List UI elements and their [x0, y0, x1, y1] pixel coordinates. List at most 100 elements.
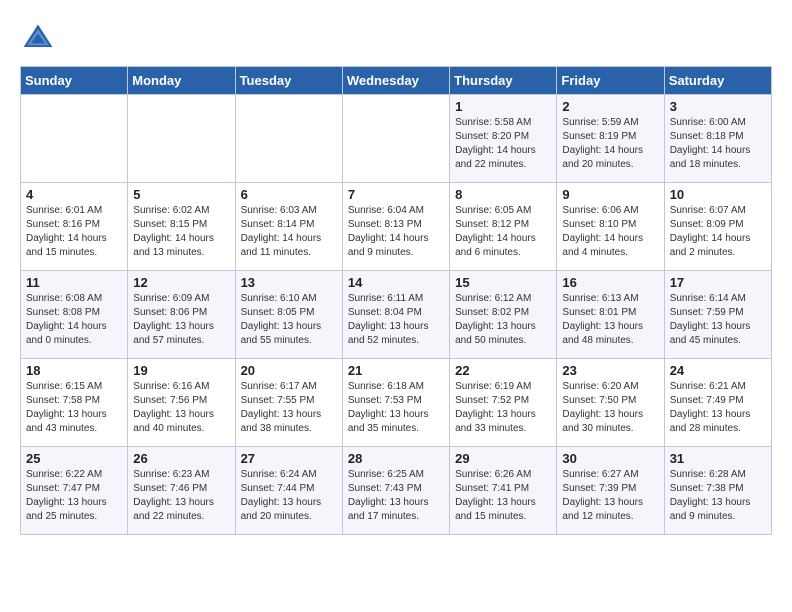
- day-number: 13: [241, 275, 337, 290]
- weekday-header-row: SundayMondayTuesdayWednesdayThursdayFrid…: [21, 67, 772, 95]
- calendar-week-3: 11Sunrise: 6:08 AMSunset: 8:08 PMDayligh…: [21, 271, 772, 359]
- calendar-cell: 1Sunrise: 5:58 AMSunset: 8:20 PMDaylight…: [450, 95, 557, 183]
- weekday-header-monday: Monday: [128, 67, 235, 95]
- cell-info: Sunrise: 6:05 AM: [455, 204, 551, 218]
- day-number: 16: [562, 275, 658, 290]
- day-number: 29: [455, 451, 551, 466]
- day-number: 5: [133, 187, 229, 202]
- calendar-cell: [235, 95, 342, 183]
- calendar-cell: 17Sunrise: 6:14 AMSunset: 7:59 PMDayligh…: [664, 271, 771, 359]
- cell-info: Sunrise: 6:12 AM: [455, 292, 551, 306]
- day-number: 24: [670, 363, 766, 378]
- cell-info: Daylight: 13 hours and 35 minutes.: [348, 408, 444, 436]
- cell-info: Daylight: 13 hours and 43 minutes.: [26, 408, 122, 436]
- day-number: 6: [241, 187, 337, 202]
- day-number: 4: [26, 187, 122, 202]
- cell-info: Sunset: 8:16 PM: [26, 218, 122, 232]
- cell-info: Sunset: 8:10 PM: [562, 218, 658, 232]
- cell-info: Daylight: 13 hours and 20 minutes.: [241, 496, 337, 524]
- cell-info: Sunrise: 6:11 AM: [348, 292, 444, 306]
- cell-info: Daylight: 14 hours and 4 minutes.: [562, 232, 658, 260]
- calendar-cell: 10Sunrise: 6:07 AMSunset: 8:09 PMDayligh…: [664, 183, 771, 271]
- cell-info: Sunrise: 6:10 AM: [241, 292, 337, 306]
- cell-info: Sunset: 8:09 PM: [670, 218, 766, 232]
- day-number: 12: [133, 275, 229, 290]
- cell-info: Sunset: 8:06 PM: [133, 306, 229, 320]
- cell-info: Daylight: 13 hours and 22 minutes.: [133, 496, 229, 524]
- calendar-week-2: 4 Sunrise: 6:01 AMSunset: 8:16 PM Daylight…: [21, 183, 772, 271]
- cell-info: Sunset: 8:13 PM: [348, 218, 444, 232]
- cell-info: Sunset: 7:41 PM: [455, 482, 551, 496]
- cell-info: Sunrise: 6:01 AM: [26, 204, 122, 218]
- cell-info: Sunrise: 6:24 AM: [241, 468, 337, 482]
- weekday-header-tuesday: Tuesday: [235, 67, 342, 95]
- cell-info: Sunset: 7:46 PM: [133, 482, 229, 496]
- cell-info: Daylight: 14 hours and 9 minutes.: [348, 232, 444, 260]
- cell-info: Sunrise: 6:19 AM: [455, 380, 551, 394]
- cell-info: Sunset: 7:38 PM: [670, 482, 766, 496]
- day-number: 19: [133, 363, 229, 378]
- cell-info: Daylight: 13 hours and 9 minutes.: [670, 496, 766, 524]
- cell-info: Sunset: 8:19 PM: [562, 130, 658, 144]
- cell-info: Sunrise: 6:15 AM: [26, 380, 122, 394]
- calendar-cell: 29Sunrise: 6:26 AMSunset: 7:41 PMDayligh…: [450, 447, 557, 535]
- calendar-cell: 22Sunrise: 6:19 AMSunset: 7:52 PMDayligh…: [450, 359, 557, 447]
- cell-info: Sunset: 8:02 PM: [455, 306, 551, 320]
- calendar-cell: 30Sunrise: 6:27 AMSunset: 7:39 PMDayligh…: [557, 447, 664, 535]
- cell-info: Sunset: 8:14 PM: [241, 218, 337, 232]
- cell-info: Daylight: 13 hours and 25 minutes.: [26, 496, 122, 524]
- day-number: 1: [455, 99, 551, 114]
- cell-info: Daylight: 13 hours and 33 minutes.: [455, 408, 551, 436]
- cell-info: Sunset: 7:58 PM: [26, 394, 122, 408]
- cell-info: Daylight: 13 hours and 50 minutes.: [455, 320, 551, 348]
- day-number: 8: [455, 187, 551, 202]
- day-number: 10: [670, 187, 766, 202]
- calendar-cell: 25Sunrise: 6:22 AMSunset: 7:47 PMDayligh…: [21, 447, 128, 535]
- calendar-cell: 16Sunrise: 6:13 AMSunset: 8:01 PMDayligh…: [557, 271, 664, 359]
- calendar-cell: [21, 95, 128, 183]
- calendar-cell: 20Sunrise: 6:17 AMSunset: 7:55 PMDayligh…: [235, 359, 342, 447]
- cell-info: Sunset: 8:12 PM: [455, 218, 551, 232]
- cell-info: Sunrise: 6:28 AM: [670, 468, 766, 482]
- logo-icon: [20, 20, 56, 56]
- calendar-cell: 13Sunrise: 6:10 AMSunset: 8:05 PMDayligh…: [235, 271, 342, 359]
- day-number: 30: [562, 451, 658, 466]
- calendar-cell: 31 Sunrise: 6:28 AMSunset: 7:38 PMDayligh…: [664, 447, 771, 535]
- day-number: 11: [26, 275, 122, 290]
- cell-info: Sunset: 7:56 PM: [133, 394, 229, 408]
- calendar-cell: 11Sunrise: 6:08 AMSunset: 8:08 PMDayligh…: [21, 271, 128, 359]
- cell-info: Daylight: 14 hours and 18 minutes.: [670, 144, 766, 172]
- calendar-cell: 12Sunrise: 6:09 AMSunset: 8:06 PMDayligh…: [128, 271, 235, 359]
- cell-info: Daylight: 13 hours and 15 minutes.: [455, 496, 551, 524]
- cell-info: Daylight: 14 hours and 6 minutes.: [455, 232, 551, 260]
- cell-info: Sunrise: 6:17 AM: [241, 380, 337, 394]
- calendar-cell: 8 Sunrise: 6:05 AMSunset: 8:12 PMDaylight…: [450, 183, 557, 271]
- day-number: 15: [455, 275, 551, 290]
- cell-info: Daylight: 13 hours and 28 minutes.: [670, 408, 766, 436]
- cell-info: Sunset: 8:01 PM: [562, 306, 658, 320]
- weekday-header-friday: Friday: [557, 67, 664, 95]
- cell-info: Sunrise: 6:16 AM: [133, 380, 229, 394]
- cell-info: Sunrise: 5:58 AM: [455, 116, 551, 130]
- cell-info: Sunset: 7:39 PM: [562, 482, 658, 496]
- cell-info: Sunset: 8:18 PM: [670, 130, 766, 144]
- cell-info: Daylight: 14 hours and 11 minutes.: [241, 232, 337, 260]
- day-number: 31: [670, 451, 766, 466]
- calendar-cell: 2Sunrise: 5:59 AMSunset: 8:19 PMDaylight…: [557, 95, 664, 183]
- calendar-week-4: 18Sunrise: 6:15 AMSunset: 7:58 PMDayligh…: [21, 359, 772, 447]
- calendar-cell: 3Sunrise: 6:00 AMSunset: 8:18 PMDaylight…: [664, 95, 771, 183]
- cell-info: Daylight: 14 hours and 20 minutes.: [562, 144, 658, 172]
- cell-info: Sunset: 7:55 PM: [241, 394, 337, 408]
- cell-info: Daylight: 14 hours and 13 minutes.: [133, 232, 229, 260]
- cell-info: Sunrise: 6:00 AM: [670, 116, 766, 130]
- cell-info: Sunset: 7:47 PM: [26, 482, 122, 496]
- day-number: 25: [26, 451, 122, 466]
- calendar-cell: 23Sunrise: 6:20 AMSunset: 7:50 PMDayligh…: [557, 359, 664, 447]
- cell-info: Daylight: 13 hours and 40 minutes.: [133, 408, 229, 436]
- calendar-cell: 26 Sunrise: 6:23 AMSunset: 7:46 PMDayligh…: [128, 447, 235, 535]
- calendar-cell: 21Sunrise: 6:18 AMSunset: 7:53 PMDayligh…: [342, 359, 449, 447]
- calendar-cell: 7Sunrise: 6:04 AMSunset: 8:13 PMDaylight…: [342, 183, 449, 271]
- cell-info: Sunrise: 6:23 AM: [133, 468, 229, 482]
- day-number: 26: [133, 451, 229, 466]
- cell-info: Sunrise: 6:09 AM: [133, 292, 229, 306]
